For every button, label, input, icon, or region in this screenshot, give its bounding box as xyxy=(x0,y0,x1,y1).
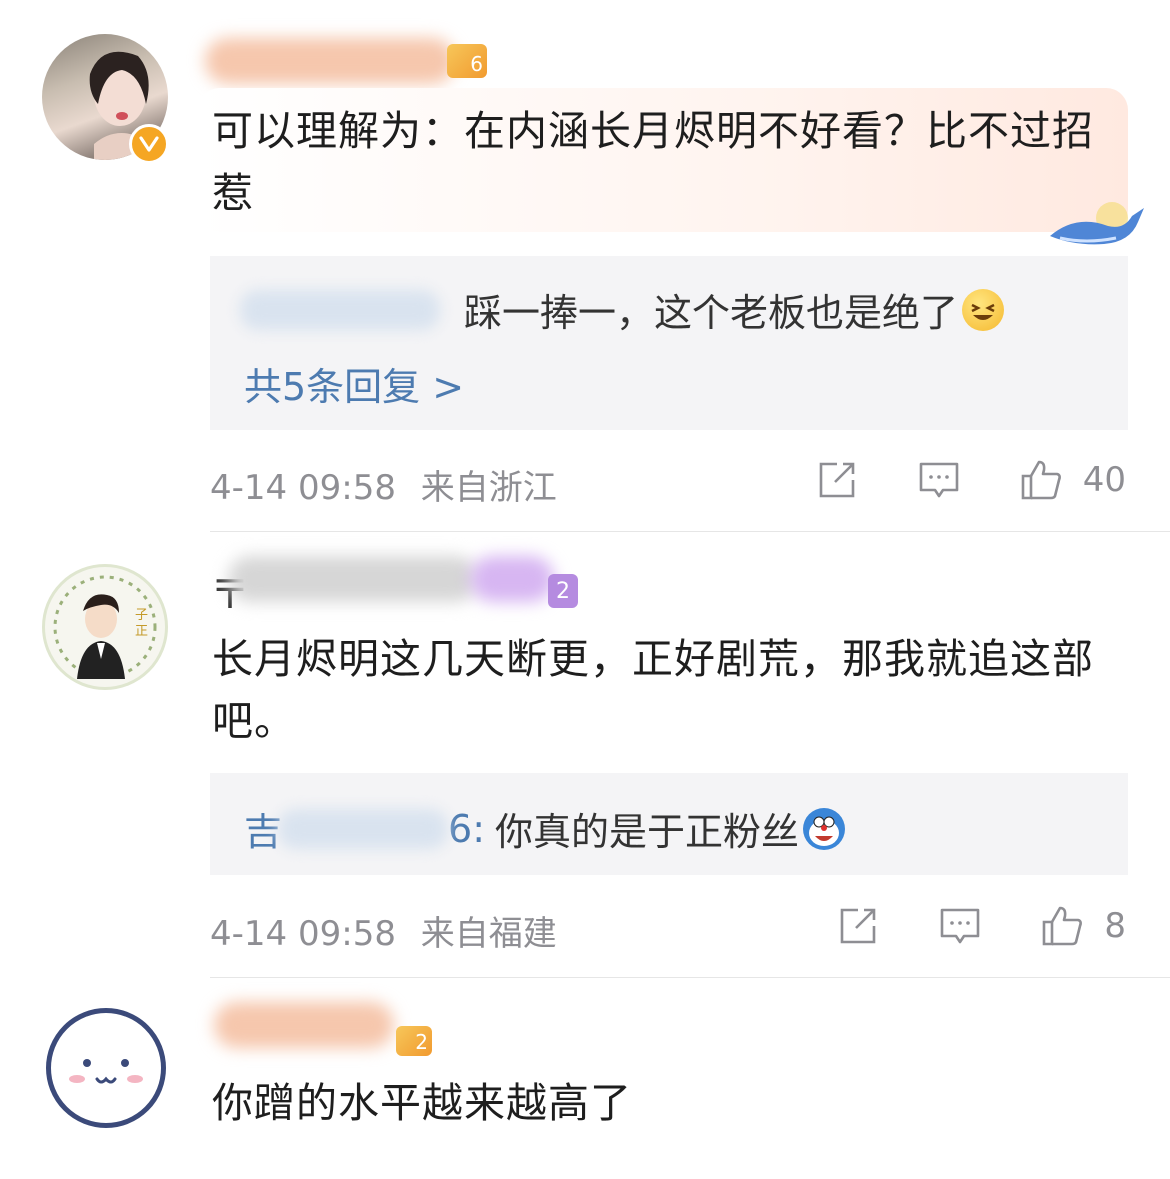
reply-line[interactable]: 吉 6: 你真的是于正粉丝 xyxy=(244,801,846,856)
grinning-squint-emoji-icon xyxy=(962,288,1005,331)
comment-location: 来自浙江 xyxy=(420,468,557,508)
like-thumb-icon[interactable] xyxy=(1040,904,1084,948)
share-icon[interactable] xyxy=(836,904,880,948)
doraemon-emoji-icon xyxy=(803,807,846,850)
username-blurred-tail xyxy=(470,556,554,602)
svg-text:子: 子 xyxy=(135,608,148,623)
comment-icon[interactable] xyxy=(917,458,961,502)
reply-username-blurred[interactable] xyxy=(278,808,449,849)
comment-meta: 4-14 09:58 来自福建 xyxy=(210,906,557,955)
reply-box[interactable]: 吉 6: 你真的是于正粉丝 xyxy=(210,773,1128,875)
comment-text: 可以理解为：在内涵长月烬明不好看？比不过招惹 xyxy=(212,107,1094,217)
user-level-number: 2 xyxy=(415,1030,428,1054)
v-check-icon xyxy=(139,136,159,152)
user-level-badge: 2 xyxy=(396,1026,432,1056)
reply-username-suffix[interactable]: 6: xyxy=(448,807,485,851)
comment-location: 来自福建 xyxy=(420,914,557,954)
comment-time: 4-14 09:58 xyxy=(210,468,396,508)
comment-actions: 40 xyxy=(815,458,1126,502)
comment-text: 你蹭的水平越来越高了 xyxy=(212,1079,632,1127)
like-count: 40 xyxy=(1082,460,1126,500)
smiley-face-icon xyxy=(69,1059,143,1084)
comment-actions: 8 xyxy=(836,904,1126,948)
svg-text:正: 正 xyxy=(135,624,148,639)
reply-line[interactable]: 踩一捧一，这个老板也是绝了 xyxy=(240,282,1005,337)
comment-item: 子 正 〒 2 长月烬明这几天断更，正好剧荒，那我就追这部吧。 吉 6: 你真的… xyxy=(0,532,1170,978)
reply-box[interactable]: 踩一捧一，这个老板也是绝了 共5条回复 > xyxy=(210,256,1128,430)
share-icon[interactable] xyxy=(815,458,859,502)
user-level-number: 2 xyxy=(556,578,570,604)
comment-item: 2 你蹭的水平越来越高了 xyxy=(0,978,1170,1179)
avatar[interactable]: 子 正 xyxy=(42,564,168,690)
user-level-badge: 6 xyxy=(447,44,487,78)
verified-badge xyxy=(129,124,169,164)
comment-icon[interactable] xyxy=(938,904,982,948)
username-blurred[interactable] xyxy=(214,1002,394,1048)
comment-meta: 4-14 09:58 来自浙江 xyxy=(210,460,557,509)
comment-text: 长月烬明这几天断更，正好剧荒，那我就追这部吧。 xyxy=(212,635,1094,745)
reply-text: 踩一捧一，这个老板也是绝了 xyxy=(464,291,959,335)
reply-text: 你真的是于正粉丝 xyxy=(495,810,800,854)
comment-time: 4-14 09:58 xyxy=(210,914,396,954)
avatar-portrait: 子 正 xyxy=(53,575,157,679)
like-count: 8 xyxy=(1104,906,1126,946)
reply-username-partial[interactable]: 吉 xyxy=(244,801,282,856)
reply-username-blurred[interactable] xyxy=(240,289,440,330)
like-thumb-icon[interactable] xyxy=(1019,458,1063,502)
more-replies-link[interactable]: 共5条回复 > xyxy=(244,356,464,411)
avatar[interactable] xyxy=(46,1008,166,1128)
username-blurred[interactable] xyxy=(205,38,455,84)
comment-item: 6 可以理解为：在内涵长月烬明不好看？比不过招惹 踩一捧一，这个老板也是绝了 共… xyxy=(0,0,1170,532)
user-level-number: 6 xyxy=(470,52,483,76)
user-level-badge: 2 xyxy=(548,574,578,608)
username-blurred[interactable] xyxy=(228,556,478,602)
